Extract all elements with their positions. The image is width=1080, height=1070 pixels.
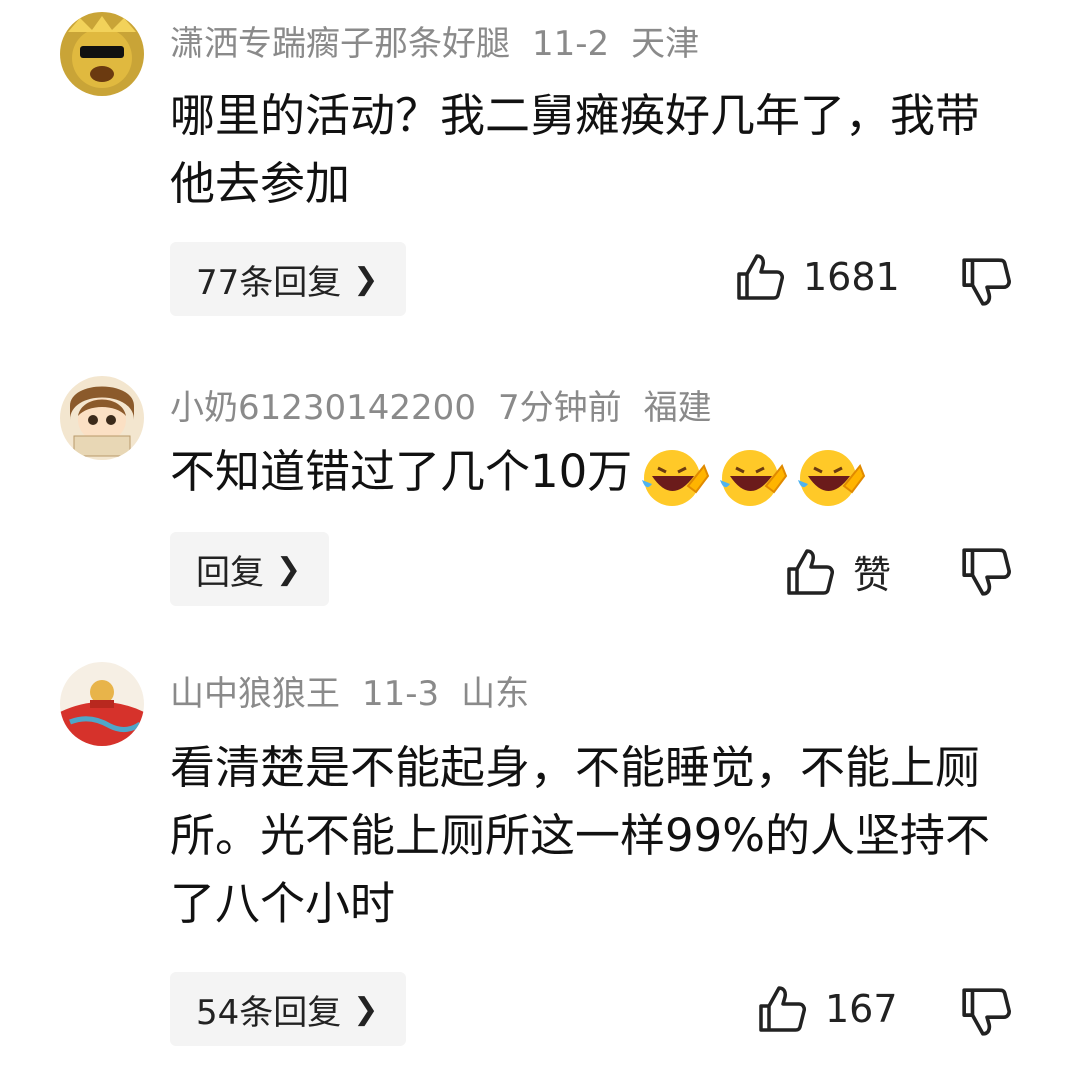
laughing-crying-emoji-icon: [642, 449, 710, 506]
comment-location: 天津: [631, 24, 700, 64]
username[interactable]: 小奶61230142200: [170, 388, 476, 428]
like-count: 赞: [853, 553, 892, 597]
comment-location: 山东: [461, 674, 530, 714]
comment-location: 福建: [643, 388, 712, 428]
comment-meta: 潇洒专踹瘸子那条好腿 11-2 天津: [170, 16, 721, 65]
gold-mask-avatar-icon: [60, 12, 144, 96]
chevron-right-icon: ❯: [353, 991, 379, 1027]
reply-button[interactable]: 回复 ❯: [170, 532, 330, 606]
like-count: 167: [825, 987, 898, 1031]
comment-text: 不知道错过了几个10万: [170, 438, 1000, 510]
comment-text: 哪里的活动？我二舅瘫痪好几年了，我带他去参加: [170, 89, 981, 210]
dislike-button[interactable]: [960, 546, 1012, 602]
like-button[interactable]: 赞: [785, 544, 891, 599]
reply-label: 54条回复: [196, 992, 342, 1033]
comment-meta: 小奶61230142200 7分钟前 福建: [170, 380, 734, 429]
reply-label: 77条回复: [196, 262, 342, 303]
thumbs-up-icon: [737, 254, 784, 300]
laughing-crying-emoji-icon: [798, 449, 866, 506]
like-count: 1681: [803, 255, 900, 299]
cartoon-girl-avatar-icon: [60, 376, 144, 460]
red-illustration-avatar-icon: [60, 662, 144, 746]
chevron-right-icon: ❯: [353, 261, 379, 297]
chevron-right-icon: ❯: [276, 551, 302, 587]
reply-button[interactable]: 77条回复 ❯: [170, 242, 407, 316]
avatar[interactable]: [60, 12, 144, 96]
comment-date: 7分钟前: [497, 388, 622, 428]
username[interactable]: 潇洒专踹瘸子那条好腿: [170, 24, 510, 64]
reply-button[interactable]: 54条回复 ❯: [170, 972, 407, 1046]
dislike-button[interactable]: [960, 986, 1012, 1042]
thumbs-up-icon: [787, 548, 834, 595]
comment-text-content: 不知道错过了几个10万: [170, 445, 633, 498]
username[interactable]: 山中狼狼王: [170, 674, 340, 714]
emoji-group: [638, 441, 872, 510]
like-button[interactable]: 167: [757, 984, 898, 1034]
thumbs-up-icon: [759, 986, 806, 1032]
thumbs-down-icon: [962, 988, 1011, 1036]
avatar[interactable]: [60, 376, 144, 460]
reply-label: 回复: [196, 552, 264, 593]
comment-meta: 山中狼狼王 11-3 山东: [170, 666, 551, 715]
comment-date: 11-2: [532, 24, 610, 64]
comment-date: 11-3: [362, 674, 440, 714]
like-button[interactable]: 1681: [735, 252, 900, 302]
comment-text: 看清楚是不能起身，不能睡觉，不能上厕所。光不能上厕所这一样99%的人坚持不了八个…: [170, 741, 991, 930]
laughing-crying-emoji-icon: [720, 449, 788, 506]
thumbs-down-icon: [962, 258, 1011, 306]
thumbs-down-icon: [962, 548, 1011, 596]
avatar[interactable]: [60, 662, 144, 746]
dislike-button[interactable]: [960, 256, 1012, 312]
